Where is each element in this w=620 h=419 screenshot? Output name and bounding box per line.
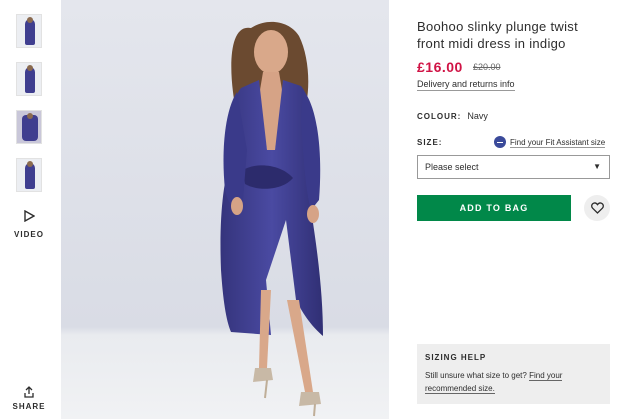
sizing-help-panel: SIZING HELP Still unsure what size to ge… <box>417 344 610 404</box>
product-title: Boohoo slinky plunge twist front midi dr… <box>417 19 579 51</box>
thumbnail-strip <box>16 14 42 206</box>
model-dress-image <box>61 0 389 419</box>
share-icon <box>24 386 34 398</box>
thumbnail-3[interactable] <box>16 110 42 144</box>
thumbnail-1[interactable] <box>16 14 42 48</box>
heart-icon <box>590 202 604 214</box>
colour-label: COLOUR: <box>417 112 462 121</box>
save-for-later-button[interactable] <box>584 195 610 221</box>
sizing-help-text: Still unsure what size to get? Find your… <box>425 369 602 395</box>
play-icon <box>24 210 35 222</box>
thumbnail-head <box>27 17 33 23</box>
video-button[interactable]: VIDEO <box>12 210 46 239</box>
fit-assistant-icon <box>494 136 506 148</box>
add-to-bag-button[interactable]: ADD TO BAG <box>417 195 571 221</box>
delivery-returns-link[interactable]: Delivery and returns info <box>417 79 515 91</box>
thumbnail-4[interactable] <box>16 158 42 192</box>
video-label: VIDEO <box>14 230 44 239</box>
share-button[interactable]: SHARE <box>12 386 46 411</box>
fit-assistant-text: Find your Fit Assistant size <box>510 137 606 148</box>
size-label: SIZE: <box>417 138 443 147</box>
sizing-help-question: Still unsure what size to get? <box>425 371 527 380</box>
size-select-value: Please select <box>425 162 479 172</box>
thumbnail-head <box>27 161 33 167</box>
colour-value: Navy <box>467 111 488 121</box>
sizing-help-heading: SIZING HELP <box>425 353 487 362</box>
product-image[interactable] <box>61 0 389 419</box>
thumbnail-head <box>27 113 33 119</box>
previous-price: £20.00 <box>473 62 501 72</box>
thumbnail-head <box>27 65 33 71</box>
thumbnail-2[interactable] <box>16 62 42 96</box>
share-label: SHARE <box>12 402 46 411</box>
size-select[interactable]: Please select ▼ <box>417 155 610 179</box>
colour-row: COLOUR: Navy <box>417 111 488 121</box>
current-price: £16.00 <box>417 59 463 75</box>
fit-assistant-link[interactable]: Find your Fit Assistant size <box>494 136 606 148</box>
chevron-down-icon: ▼ <box>593 162 601 171</box>
